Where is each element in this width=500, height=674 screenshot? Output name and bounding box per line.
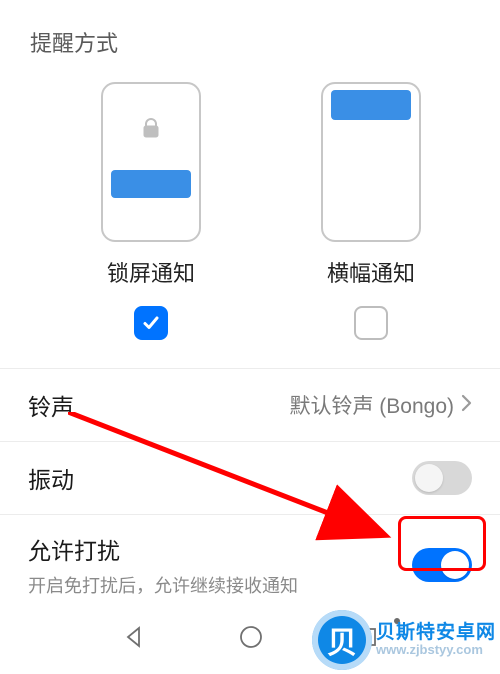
watermark-line2: www.zjbstyy.com	[376, 643, 496, 658]
lock-icon	[141, 118, 161, 138]
watermark-badge: 贝	[312, 610, 372, 670]
alert-style-options: 锁屏通知 横幅通知	[28, 82, 472, 340]
banner-preview	[321, 82, 421, 242]
chevron-right-icon	[460, 393, 472, 418]
option-banner-checkbox[interactable]	[354, 306, 388, 340]
nav-back-button[interactable]	[121, 624, 147, 655]
banner-notif-bar	[331, 90, 411, 120]
watermark-line1: 贝斯特安卓网	[376, 622, 496, 644]
option-banner-label: 横幅通知	[327, 256, 415, 288]
allow-interrupt-sub: 开启免打扰后，允许继续接收通知	[28, 572, 412, 598]
settings-page: 提醒方式 锁屏通知 横幅通知 铃声 默认铃	[0, 0, 500, 674]
allow-interrupt-label: 允许打扰	[28, 532, 412, 566]
section-title: 提醒方式	[30, 26, 472, 58]
option-lockscreen-label: 锁屏通知	[107, 256, 195, 288]
lockscreen-notif-bar	[111, 170, 191, 198]
vibrate-label: 振动	[28, 461, 412, 495]
option-lockscreen[interactable]: 锁屏通知	[76, 82, 226, 340]
row-vibrate[interactable]: 振动	[0, 442, 500, 515]
row-ringtone[interactable]: 铃声 默认铃声 (Bongo)	[0, 369, 500, 442]
lockscreen-preview	[101, 82, 201, 242]
option-banner[interactable]: 横幅通知	[296, 82, 446, 340]
ringtone-value: 默认铃声 (Bongo)	[289, 390, 454, 420]
ringtone-label: 铃声	[28, 388, 289, 422]
nav-home-button[interactable]	[238, 624, 264, 655]
vibrate-toggle[interactable]	[412, 461, 472, 495]
watermark: 贝 贝斯特安卓网 www.zjbstyy.com	[312, 610, 496, 670]
option-lockscreen-checkbox[interactable]	[134, 306, 168, 340]
annotation-highlight	[398, 516, 486, 571]
